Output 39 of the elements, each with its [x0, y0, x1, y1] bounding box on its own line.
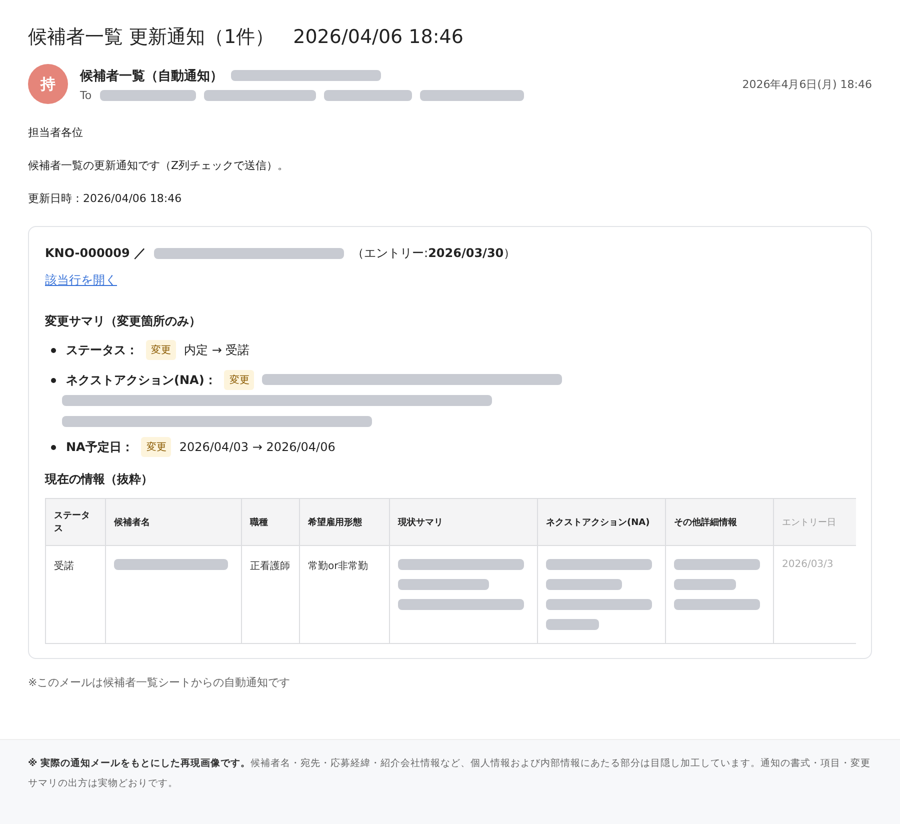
- change-value: 内定 → 受諾: [184, 342, 250, 359]
- column-header: その他詳細情報: [666, 498, 774, 546]
- info-title: 現在の情報（抜粋）: [45, 471, 154, 488]
- change-label: ステータス：: [66, 342, 138, 359]
- change-label: ネクストアクション(NA)：: [66, 372, 216, 389]
- candidate-id: KNO-000009 ／: [45, 245, 146, 262]
- body-text: 候補者一覧の更新通知です（Z列チェックで送信）。: [28, 158, 290, 174]
- bullet-icon: [51, 445, 56, 450]
- auto-notice: ※このメールは候補者一覧シートからの自動通知です: [28, 675, 292, 690]
- change-tag: 変更: [224, 370, 254, 390]
- sender-name: 候補者一覧（自動通知）: [80, 68, 223, 84]
- redacted-bar: [546, 619, 599, 630]
- column-header: ネクストアクション(NA): [538, 498, 666, 546]
- bullet-icon: [51, 348, 56, 353]
- table-cell: 常勤or非常勤: [300, 546, 390, 644]
- entry-date: （エントリー:2026/03/30）: [352, 245, 516, 262]
- column-header: 現状サマリ: [390, 498, 538, 546]
- summary-title: 変更サマリ（変更箇所のみ）: [45, 313, 202, 330]
- change-value: 2026/04/03 → 2026/04/06: [179, 439, 336, 456]
- change-tag: 変更: [146, 340, 176, 360]
- table-cell: 受諾: [46, 546, 106, 644]
- redacted-bar: [674, 579, 736, 590]
- table-cell: 正看護師: [242, 546, 300, 644]
- body-text: 更新日時：2026/04/06 18:46: [28, 191, 183, 207]
- column-header: エントリー日: [774, 498, 856, 546]
- disclaimer-text: ※ 実際の通知メールをもとにした再現画像です。候補者名・宛先・応募経緯・紹介会社情報など、個人情報および内部情報にあたる部分は目隠し加工しています。通知の書式・項目・変更サマリの出方は実物どおりです。: [28, 756, 872, 791]
- bullet-icon: [51, 378, 56, 383]
- change-label: NA予定日：: [66, 439, 134, 456]
- column-header: 職種: [242, 498, 300, 546]
- change-tag: 変更: [141, 437, 172, 457]
- to-label: To: [80, 88, 92, 102]
- column-header: 候補者名: [106, 498, 242, 546]
- sent-date: 2026年4月6日(月) 18:46: [742, 76, 872, 92]
- email-subject: 候補者一覧 更新通知（1件） 2026/04/06 18:46: [28, 25, 464, 50]
- column-header: 希望雇用形態: [300, 498, 390, 546]
- body-text: 担当者各位: [28, 125, 84, 141]
- open-row-link[interactable]: 該当行を開く: [45, 272, 117, 289]
- sender-avatar: 持: [28, 64, 68, 104]
- column-header: ステータス: [46, 498, 106, 546]
